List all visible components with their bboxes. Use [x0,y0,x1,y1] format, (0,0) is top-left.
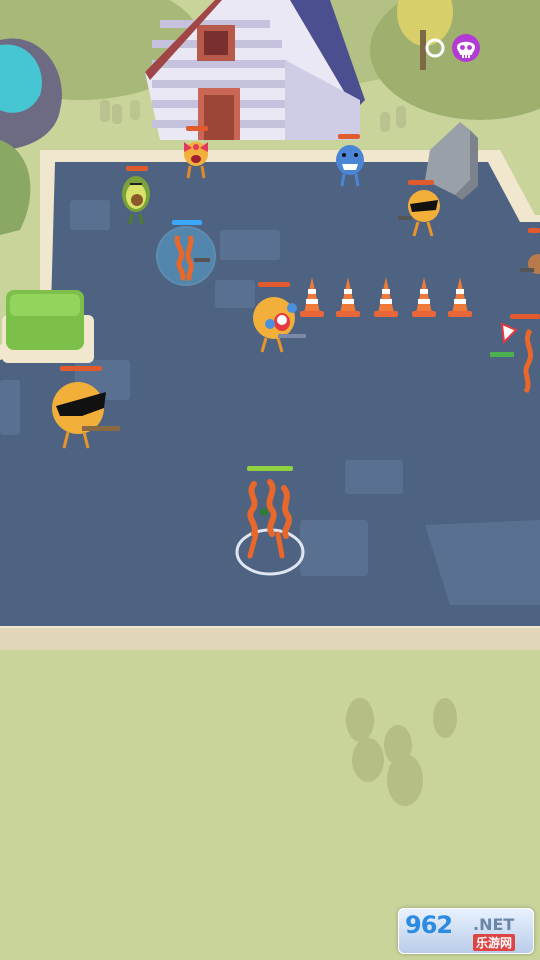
enemy-health-bar [510,314,540,319]
enemy-avocado[interactable] [116,166,158,225]
enemy-health-bar [186,126,208,131]
enemy-shielded-rubber[interactable] [156,220,218,286]
cone-2 [336,277,360,317]
enemy-health-bar [528,228,540,233]
enemy-health-bar [126,166,148,171]
enemy-sunglasses-orange[interactable] [398,180,444,242]
enemy-shield-bar [172,220,202,225]
enemy-health-bar [258,282,290,287]
enemy-blue-shark[interactable] [330,134,370,190]
skull-icon [452,34,480,62]
enemy-health-bar [60,366,102,371]
enemy-health-bar [338,134,360,139]
player-health-bar [247,466,293,471]
watermark-brand: 962 [405,911,453,939]
ring-icon [425,38,445,58]
enemy-red-bow-girl[interactable] [178,126,214,182]
watermark-suffix: .NET [473,915,515,934]
enemy-edge-gunner[interactable] [518,228,540,288]
site-watermark: 962 .NET 乐游网 [398,908,534,954]
cone-3 [374,277,398,317]
hedge-block [2,290,94,363]
watermark-sub: 乐游网 [473,934,516,951]
enemy-health-bar [408,180,434,185]
enemy-rubber-sniper[interactable] [490,314,540,394]
player-target-ring [235,528,305,576]
enemy-crying-orange[interactable] [248,282,308,356]
traffic-cones [300,277,472,317]
cone-4 [412,277,436,317]
game-scene[interactable]: 962 .NET 乐游网 [0,0,540,960]
house [145,0,365,140]
enemy-big-sunglasses-orange[interactable] [52,366,124,452]
player-character[interactable] [232,464,308,578]
kill-counter [424,32,482,64]
cone-5 [448,277,472,317]
